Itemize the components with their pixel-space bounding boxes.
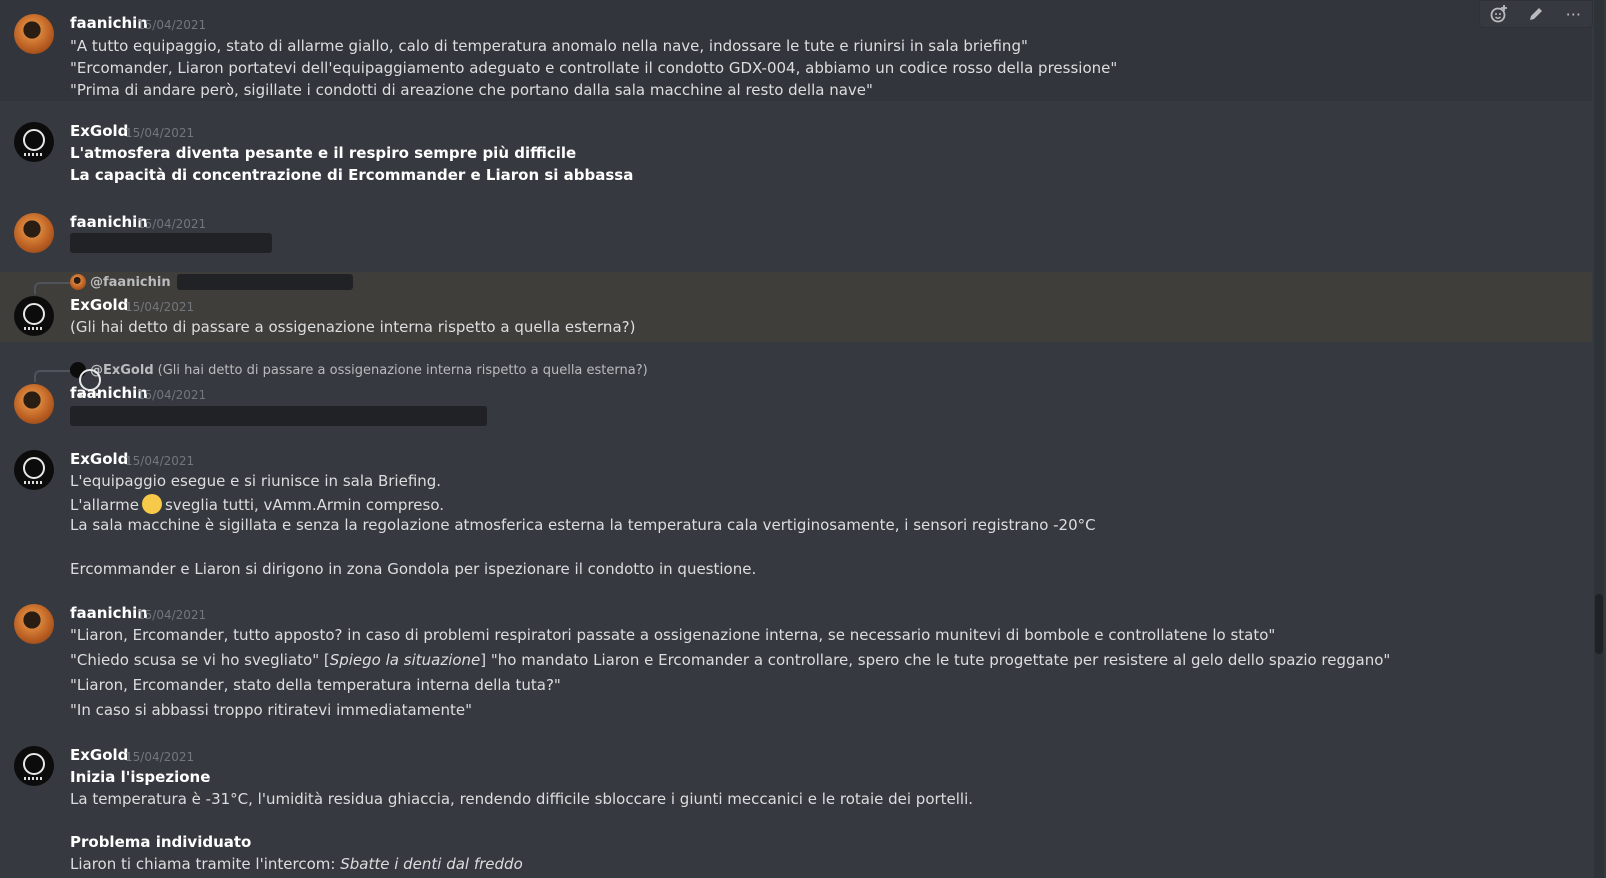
message-toolbar: ···: [1479, 0, 1593, 28]
message[interactable]: faanichin 15/04/2021: [0, 193, 1592, 266]
message[interactable]: ExGold 15/04/2021 L'atmosfera diventa pe…: [0, 101, 1592, 193]
message[interactable]: @ExGold (Gli hai detto di passare a ossi…: [0, 360, 1592, 442]
more-options-icon[interactable]: ···: [1560, 3, 1586, 25]
message-line: "Liaron, Ercomander, tutto apposto? in c…: [70, 626, 1276, 644]
avatar[interactable]: [14, 122, 54, 162]
timestamp: 15/04/2021: [137, 388, 207, 402]
message-text: ] "ho mandato Liaron e Ercomander a cont…: [480, 651, 1391, 669]
message-line: L'equipaggio esegue e si riunisce in sal…: [70, 472, 442, 490]
message-line: La capacità di concentrazione di Ercomma…: [70, 166, 634, 184]
timestamp: 15/04/2021: [137, 217, 207, 231]
message-line: Inizia l'ispezione: [70, 768, 211, 786]
timestamp: 15/04/2021: [137, 608, 207, 622]
add-reaction-icon[interactable]: [1486, 3, 1512, 25]
message-line: "Ercomander, Liaron portatevi dell'equip…: [70, 59, 1118, 77]
username[interactable]: ExGold: [70, 296, 128, 314]
spoiler-text[interactable]: [70, 406, 487, 426]
message-line: Problema individuato: [70, 833, 252, 851]
username[interactable]: ExGold: [70, 450, 128, 468]
message-text: sveglia tutti, vAmm.Armin compreso.: [164, 496, 445, 514]
timestamp: 15/04/2021: [125, 454, 195, 468]
spoiler-text[interactable]: [176, 274, 353, 290]
avatar[interactable]: [14, 746, 54, 786]
message-text: Spiego la situazione: [329, 651, 481, 669]
yellow-circle-emoji-icon[interactable]: [141, 494, 162, 514]
avatar[interactable]: [14, 450, 54, 490]
avatar[interactable]: [14, 296, 54, 336]
message[interactable]: ExGold 15/04/2021 L'equipaggio esegue e …: [0, 442, 1592, 594]
message-line: L'atmosfera diventa pesante e il respiro…: [70, 144, 577, 162]
edit-icon[interactable]: [1523, 3, 1549, 25]
scrollbar-thumb[interactable]: [1595, 594, 1603, 654]
message[interactable]: faanichin 15/04/2021 "A tutto equipaggio…: [0, 0, 1592, 101]
message-text: Liaron ti chiama tramite l'intercom:: [70, 855, 336, 873]
username[interactable]: ExGold: [70, 122, 128, 140]
message-line: "Prima di andare però, sigillate i condo…: [70, 81, 873, 99]
avatar[interactable]: [14, 213, 54, 253]
chat-messages: faanichin 15/04/2021 "A tutto equipaggio…: [0, 0, 1593, 878]
username[interactable]: ExGold: [70, 746, 128, 764]
reply-text: (Gli hai detto di passare a ossigenazion…: [157, 362, 648, 378]
message-line: Liaron ti chiama tramite l'intercom: Sba…: [70, 855, 523, 873]
timestamp: 15/04/2021: [125, 126, 195, 140]
reply-connector: [34, 370, 70, 382]
message-line: La sala macchine è sigillata e senza la …: [70, 516, 1096, 534]
reply-preview[interactable]: @faanichin: [70, 274, 353, 290]
avatar[interactable]: [14, 384, 54, 424]
avatar: [70, 274, 86, 290]
avatar: [70, 362, 86, 378]
scrollbar-track[interactable]: [1594, 0, 1604, 878]
spoiler-text[interactable]: [70, 233, 272, 253]
message-text: Sbatte i denti dal freddo: [340, 855, 523, 873]
message-line: "Chiedo scusa se vi ho svegliato" [Spieg…: [70, 651, 1390, 669]
message-line: La temperatura è -31°C, l'umidità residu…: [70, 790, 974, 808]
avatar[interactable]: [14, 14, 54, 54]
message[interactable]: ExGold 15/04/2021 Inizia l'ispezione La …: [0, 734, 1592, 878]
timestamp: 15/04/2021: [125, 750, 195, 764]
reply-author[interactable]: @faanichin: [90, 275, 171, 290]
message-line: (Gli hai detto di passare a ossigenazion…: [70, 318, 636, 336]
timestamp: 15/04/2021: [137, 18, 207, 32]
message-line: "In caso si abbassi troppo ritiratevi im…: [70, 701, 473, 719]
message[interactable]: @faanichin ExGold 15/04/2021 (Gli hai de…: [0, 272, 1592, 342]
message-text: "Chiedo scusa se vi ho svegliato" [: [70, 651, 330, 669]
reply-connector: [34, 282, 70, 294]
message-line: Ercommander e Liaron si dirigono in zona…: [70, 560, 757, 578]
message-line: "Liaron, Ercomander, stato della tempera…: [70, 676, 561, 694]
message-line: L'allarme sveglia tutti, vAmm.Armin compr…: [70, 494, 444, 514]
timestamp: 15/04/2021: [125, 300, 195, 314]
message[interactable]: faanichin 15/04/2021 "Liaron, Ercomander…: [0, 594, 1592, 734]
avatar[interactable]: [14, 604, 54, 644]
reply-preview[interactable]: @ExGold (Gli hai detto di passare a ossi…: [70, 362, 648, 378]
message-line: "A tutto equipaggio, stato di allarme gi…: [70, 37, 1028, 55]
message-text: L'allarme: [70, 496, 139, 514]
